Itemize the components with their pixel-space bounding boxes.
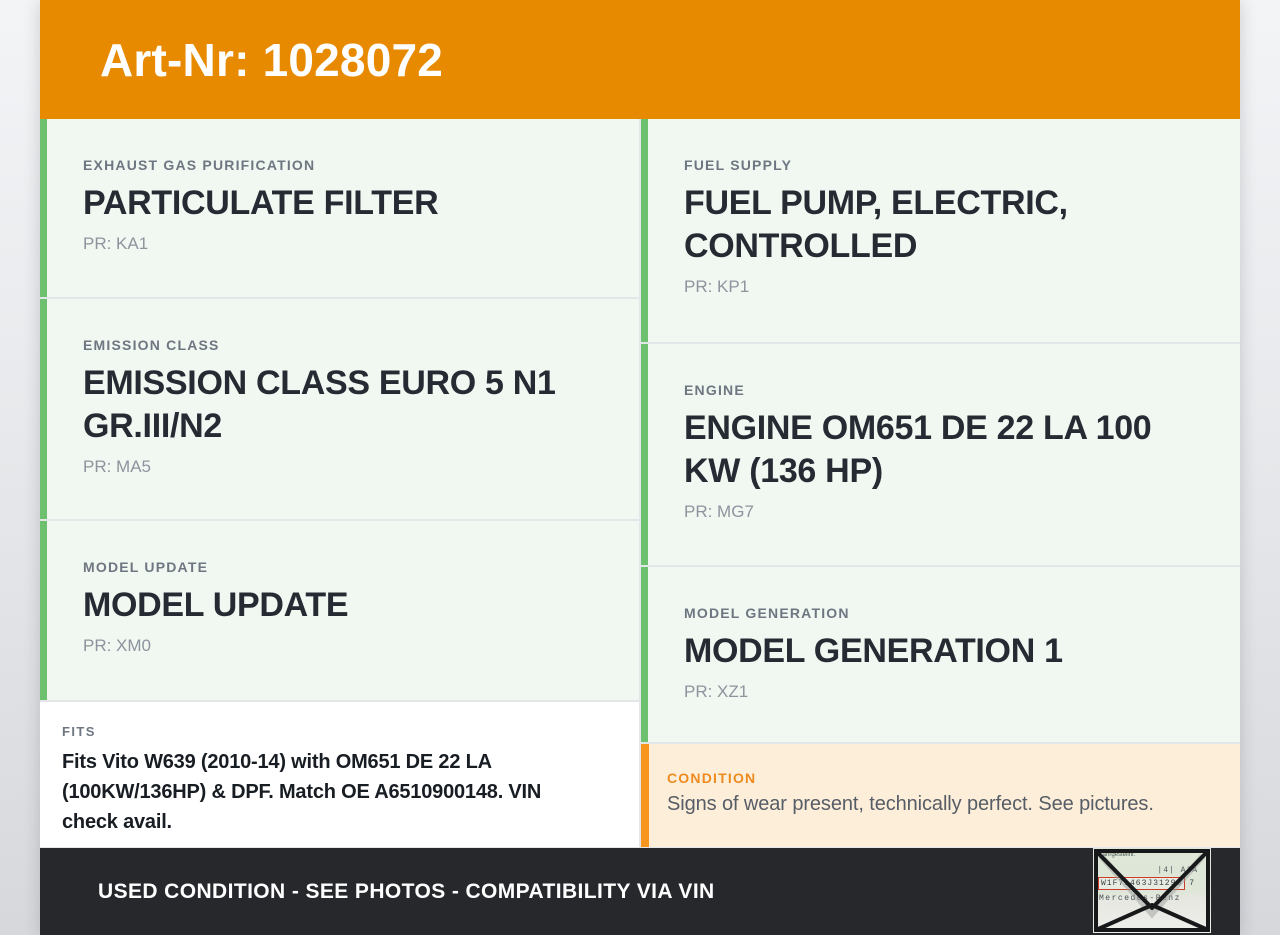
- article-number-title: Art-Nr: 1028072: [100, 33, 444, 86]
- spec-card-exhaust: EXHAUST GAS PURIFICATION PARTICULATE FIL…: [40, 119, 639, 297]
- spec-pr-code: PR: MG7: [684, 502, 754, 521]
- spec-label: ENGINE: [684, 382, 745, 398]
- header-banner: Art-Nr: 1028072: [40, 0, 1240, 119]
- spec-column-right: FUEL SUPPLY FUEL PUMP, ELECTRIC, CONTROL…: [641, 119, 1240, 848]
- listing-page: Art-Nr: 1028072 EXHAUST GAS PURIFICATION…: [40, 0, 1240, 935]
- fits-card: FITS Fits Vito W639 (2010-14) with OM651…: [40, 702, 639, 847]
- vin-document-thumbnail: Fahrgestellnr. |4| AiA W1F71463J31298 7 …: [1093, 848, 1211, 933]
- spec-label: FUEL SUPPLY: [684, 157, 793, 173]
- spec-label: EXHAUST GAS PURIFICATION: [83, 157, 316, 173]
- spec-pr-code: PR: XZ1: [684, 682, 749, 701]
- spec-pr-code: PR: KP1: [684, 277, 750, 296]
- spec-card-model-update: MODEL UPDATE MODEL UPDATE PR: XM0: [40, 521, 639, 700]
- spec-title: MODEL UPDATE: [83, 586, 349, 624]
- spec-card-emission: EMISSION CLASS EMISSION CLASS EURO 5 N1 …: [40, 299, 639, 519]
- condition-label: CONDITION: [667, 770, 757, 786]
- envelope-icon: [1094, 849, 1210, 932]
- spec-label: EMISSION CLASS: [83, 337, 220, 353]
- spec-label: MODEL GENERATION: [684, 605, 850, 621]
- condition-card: CONDITION Signs of wear present, technic…: [641, 744, 1240, 847]
- spec-title: EMISSION CLASS EURO 5 N1 GR.III/N2: [83, 364, 556, 445]
- spec-column-left: EXHAUST GAS PURIFICATION PARTICULATE FIL…: [40, 119, 639, 848]
- spec-grid: EXHAUST GAS PURIFICATION PARTICULATE FIL…: [40, 119, 1240, 848]
- spec-card-model-generation: MODEL GENERATION MODEL GENERATION 1 PR: …: [641, 567, 1240, 742]
- footer-notice: USED CONDITION - SEE PHOTOS - COMPATIBIL…: [98, 879, 715, 903]
- spec-pr-code: PR: KA1: [83, 234, 149, 253]
- fits-text: Fits Vito W639 (2010-14) with OM651 DE 2…: [62, 751, 542, 833]
- spec-pr-code: PR: MA5: [83, 457, 152, 476]
- footer-bar: USED CONDITION - SEE PHOTOS - COMPATIBIL…: [40, 848, 1240, 935]
- spec-title: MODEL GENERATION 1: [684, 632, 1063, 670]
- spec-card-fuel-supply: FUEL SUPPLY FUEL PUMP, ELECTRIC, CONTROL…: [641, 119, 1240, 342]
- spec-title: FUEL PUMP, ELECTRIC, CONTROLLED: [684, 184, 1068, 265]
- condition-text: Signs of wear present, technically perfe…: [667, 793, 1154, 815]
- spec-pr-code: PR: XM0: [83, 636, 152, 655]
- spec-label: MODEL UPDATE: [83, 559, 209, 575]
- spec-title: PARTICULATE FILTER: [83, 184, 439, 222]
- spec-card-engine: ENGINE ENGINE OM651 DE 22 LA 100 KW (136…: [641, 344, 1240, 565]
- spec-title: ENGINE OM651 DE 22 LA 100 KW (136 HP): [684, 409, 1152, 490]
- fits-label: FITS: [62, 724, 96, 739]
